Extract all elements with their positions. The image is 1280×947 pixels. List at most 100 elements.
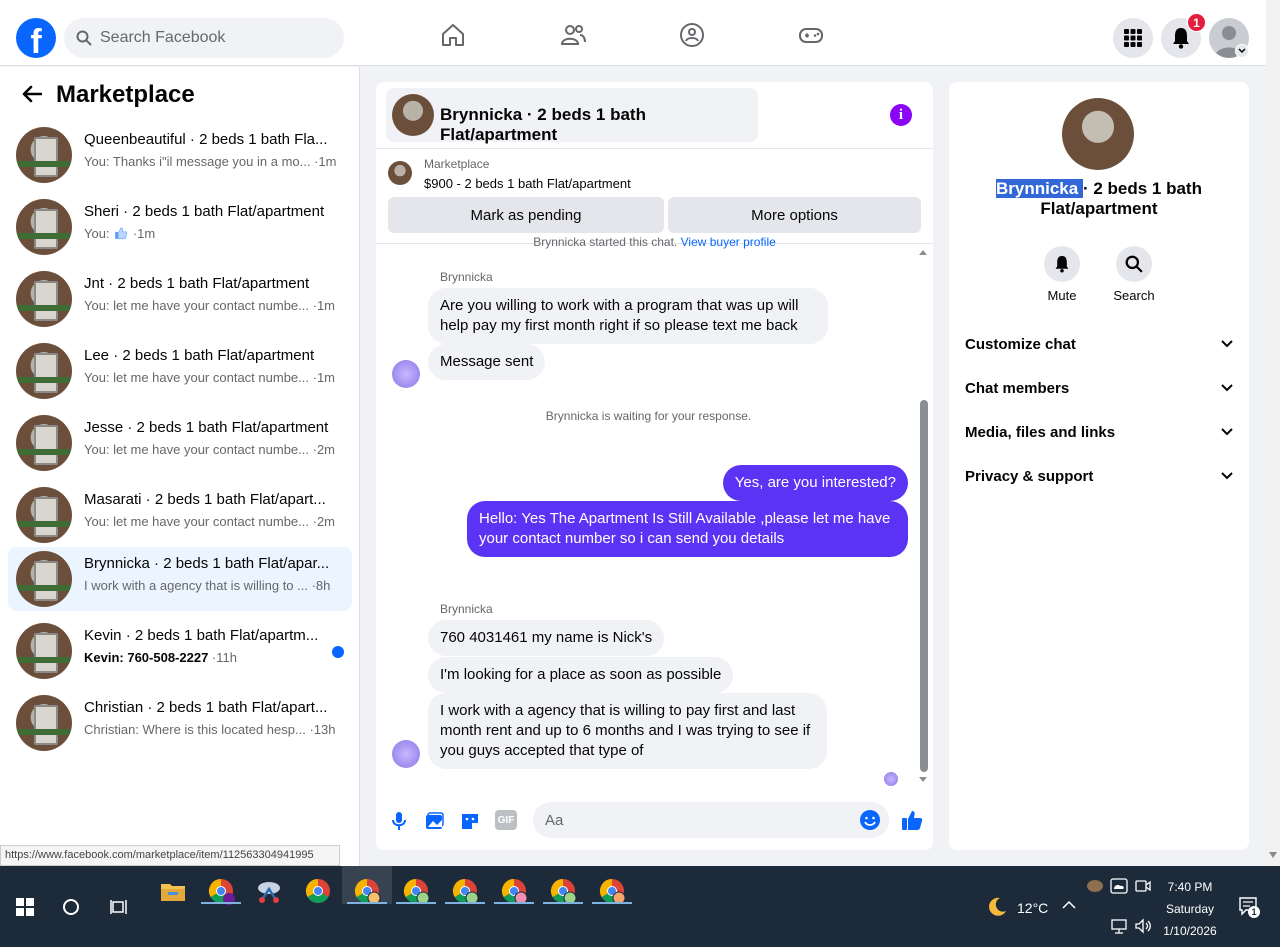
message-input-box[interactable] [533,802,889,838]
weather-moon-icon [989,897,1006,916]
gif-icon[interactable]: GIF [495,810,517,830]
details-section-toggle[interactable]: Customize chat [965,324,1233,364]
conversation-preview: You: let me have your contact numbe... ·… [84,298,349,313]
temperature-text[interactable]: 12°C [1017,900,1048,916]
thumbs-up-icon[interactable] [900,808,924,832]
status-bar-url: https://www.facebook.com/marketplace/ite… [0,845,340,866]
search-icon [1125,255,1143,273]
cortana-search-icon[interactable] [62,898,80,916]
chat-header[interactable]: Brynnicka · 2 beds 1 bath Flat/apartment [386,88,758,144]
conversation-item[interactable]: Queenbeautiful · 2 beds 1 bath Fla... You… [8,123,352,187]
more-options-button[interactable]: More options [668,197,921,233]
emoji-icon[interactable] [859,809,881,831]
scroll-down-arrow-icon[interactable] [1269,852,1277,858]
chrome-logo-icon [305,879,330,904]
system-clock[interactable]: 7:40 PM Saturday 1/10/2026 [1150,876,1230,942]
search-input[interactable] [100,29,320,47]
network-icon[interactable] [1110,918,1128,934]
search-label: Search [1113,288,1155,303]
incoming-message[interactable]: I'm looking for a place as soon as possi… [428,657,734,693]
conversation-item[interactable]: Jesse · 2 beds 1 bath Flat/apartment You:… [8,411,352,475]
menu-grid-button[interactable] [1113,18,1153,58]
photo-icon[interactable] [423,810,445,832]
chat-scrollbar[interactable] [920,400,928,772]
sticker-icon[interactable] [459,810,481,832]
sender-avatar[interactable] [392,740,420,768]
conversation-item[interactable]: Christian · 2 beds 1 bath Flat/apart... C… [8,691,352,755]
page-title: Marketplace [56,81,195,108]
listing-thumbnail [392,94,434,136]
view-buyer-profile-link[interactable]: View buyer profile [681,235,776,249]
microphone-icon[interactable] [388,810,410,832]
notification-badge: 1 [1187,13,1206,32]
conversation-preview: Kevin: 760-508-2227 ·11h [84,650,349,665]
conversation-item[interactable]: Kevin · 2 beds 1 bath Flat/apartm... Kevi… [8,619,352,683]
preview-text: You: Thanks i"il message you in a mo... [84,154,311,169]
message-input[interactable] [545,811,845,829]
mark-as-pending-button[interactable]: Mark as pending [388,197,664,233]
facebook-header: f 1 [0,0,1266,66]
section-label: Privacy & support [965,467,1094,485]
preview-text: Kevin: 760-508-2227 [84,650,209,665]
onedrive-icon[interactable] [1110,878,1128,894]
gaming-icon[interactable] [798,22,824,48]
back-arrow-icon[interactable] [22,85,42,103]
chrome-icon[interactable] [303,876,333,906]
friends-icon[interactable] [560,22,586,48]
listing-price[interactable]: $900 - 2 beds 1 bath Flat/apartment [424,176,631,191]
facebook-logo-icon[interactable]: f [16,18,56,58]
section-label: Media, files and links [965,423,1116,441]
account-menu-chevron[interactable] [1235,44,1249,58]
incoming-message[interactable]: Message sent [428,344,546,380]
scroll-down-arrow-icon[interactable] [918,776,928,784]
outgoing-message[interactable]: Hello: Yes The Apartment Is Still Availa… [467,501,908,557]
windows-start-icon[interactable] [16,898,34,916]
outgoing-message[interactable]: Yes, are you interested? [722,465,908,501]
section-label: Chat members [965,379,1070,397]
home-icon[interactable] [440,22,466,48]
conversation-preview: You: let me have your contact numbe... ·… [84,370,349,385]
details-title: Brynnicka · 2 beds 1 bath Flat/apartment [969,179,1229,219]
incoming-message[interactable]: Are you willing to work with a program t… [428,288,828,344]
file-explorer-icon[interactable] [158,876,188,906]
conversation-time: ·2m [309,514,335,529]
incoming-message[interactable]: I work with a agency that is willing to … [428,693,827,769]
tray-app-icon[interactable] [1086,878,1104,894]
seen-indicator-avatar [884,772,898,786]
scroll-up-arrow-icon[interactable] [918,248,928,256]
conversation-time: ·8h [307,578,331,593]
page-scrollbar[interactable] [1266,0,1280,866]
snipping-tool-icon[interactable] [254,876,284,906]
search-conversation-button[interactable] [1116,246,1152,282]
section-label: Customize chat [965,335,1076,353]
sender-name: Brynnicka [440,602,493,616]
conversation-time: ·1m [309,298,335,313]
listing-thumbnail [16,623,72,679]
conversation-time: ·1m [129,226,156,241]
sender-avatar[interactable] [392,360,420,388]
search-bar[interactable] [64,18,344,58]
conversation-preview: Christian: Where is this located hesp...… [84,722,349,737]
conversation-item[interactable]: Masarati · 2 beds 1 bath Flat/apart... Yo… [8,483,352,547]
details-section-toggle[interactable]: Media, files and links [965,412,1233,452]
thumbs-up-icon [115,227,128,240]
mute-button[interactable] [1044,246,1080,282]
listing-label: Marketplace [424,157,490,171]
listing-photo[interactable] [1062,98,1134,170]
conversation-item[interactable]: Lee · 2 beds 1 bath Flat/apartment You: l… [8,339,352,403]
task-view-icon[interactable] [110,898,128,916]
preview-text: I work with a agency that is willing to … [84,578,308,593]
chat-started-notice: Brynnicka started this chat. View buyer … [376,235,933,249]
details-section-toggle[interactable]: Chat members [965,368,1233,408]
chat-title: Brynnicka · 2 beds 1 bath Flat/apartment [440,105,646,144]
preview-text: You: let me have your contact numbe... [84,514,309,529]
conversation-item[interactable]: Sheri · 2 beds 1 bath Flat/apartment You:… [8,195,352,259]
details-section-toggle[interactable]: Privacy & support [965,456,1233,496]
conversation-item[interactable]: Jnt · 2 beds 1 bath Flat/apartment You: l… [8,267,352,331]
incoming-message[interactable]: 760 4031461 my name is Nick's [428,620,665,656]
groups-icon[interactable] [679,22,705,48]
conversation-item[interactable]: Brynnicka · 2 beds 1 bath Flat/apar... I … [8,547,352,611]
chevron-up-icon[interactable] [1062,900,1076,910]
grid-icon [1124,29,1142,47]
info-icon[interactable]: i [890,104,912,126]
